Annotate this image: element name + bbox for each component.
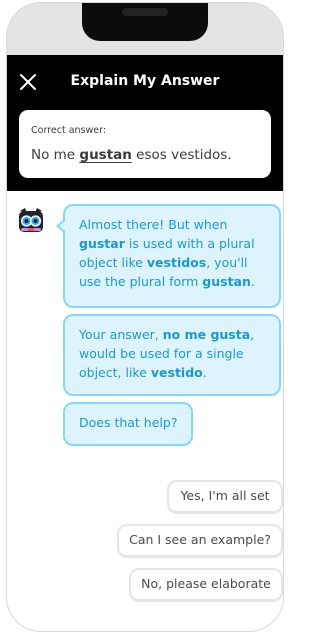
- chat-area: Almost there! But when gustar is used wi…: [7, 191, 283, 631]
- device-notch: [82, 3, 208, 41]
- correct-answer-label: Correct answer:: [31, 125, 107, 136]
- explain-header: Explain My Answer Correct answer: No me …: [7, 55, 283, 191]
- text-segment: Does that help?: [79, 415, 178, 430]
- chat-bubble-your-answer: Your answer, no me gusta, would be used …: [63, 314, 281, 396]
- owl-avatar-icon: [19, 208, 43, 232]
- phone-frame: Explain My Answer Correct answer: No me …: [7, 3, 283, 631]
- text-segment: Your answer,: [79, 327, 163, 342]
- answer-prefix: No me: [31, 147, 80, 163]
- status-area: [7, 3, 283, 55]
- answer-highlight: gustan: [79, 147, 132, 163]
- answer-suffix: esos vestidos.: [131, 147, 232, 163]
- correct-answer-card: Correct answer: No me gustan esos vestid…: [19, 110, 271, 178]
- text-segment: .: [202, 365, 207, 380]
- bold-segment: no me gusta: [162, 327, 251, 342]
- reply-button-all-set[interactable]: Yes, I'm all set: [167, 480, 283, 514]
- bold-segment: gustar: [79, 236, 125, 251]
- page-title: Explain My Answer: [70, 73, 220, 89]
- reply-button-example[interactable]: Can I see an example?: [117, 524, 283, 558]
- bold-segment: vestido: [150, 365, 203, 380]
- bold-segment: vestidos: [146, 255, 207, 270]
- reply-button-elaborate[interactable]: No, please elaborate: [129, 568, 283, 602]
- text-segment: Almost there! But when: [79, 217, 228, 232]
- bold-segment: gustan: [202, 274, 251, 289]
- correct-answer-text: No me gustan esos vestidos.: [31, 147, 232, 163]
- text-segment: .: [250, 274, 255, 289]
- chat-bubble-question: Does that help?: [63, 402, 193, 446]
- chat-bubble-explanation: Almost there! But when gustar is used wi…: [56, 204, 281, 308]
